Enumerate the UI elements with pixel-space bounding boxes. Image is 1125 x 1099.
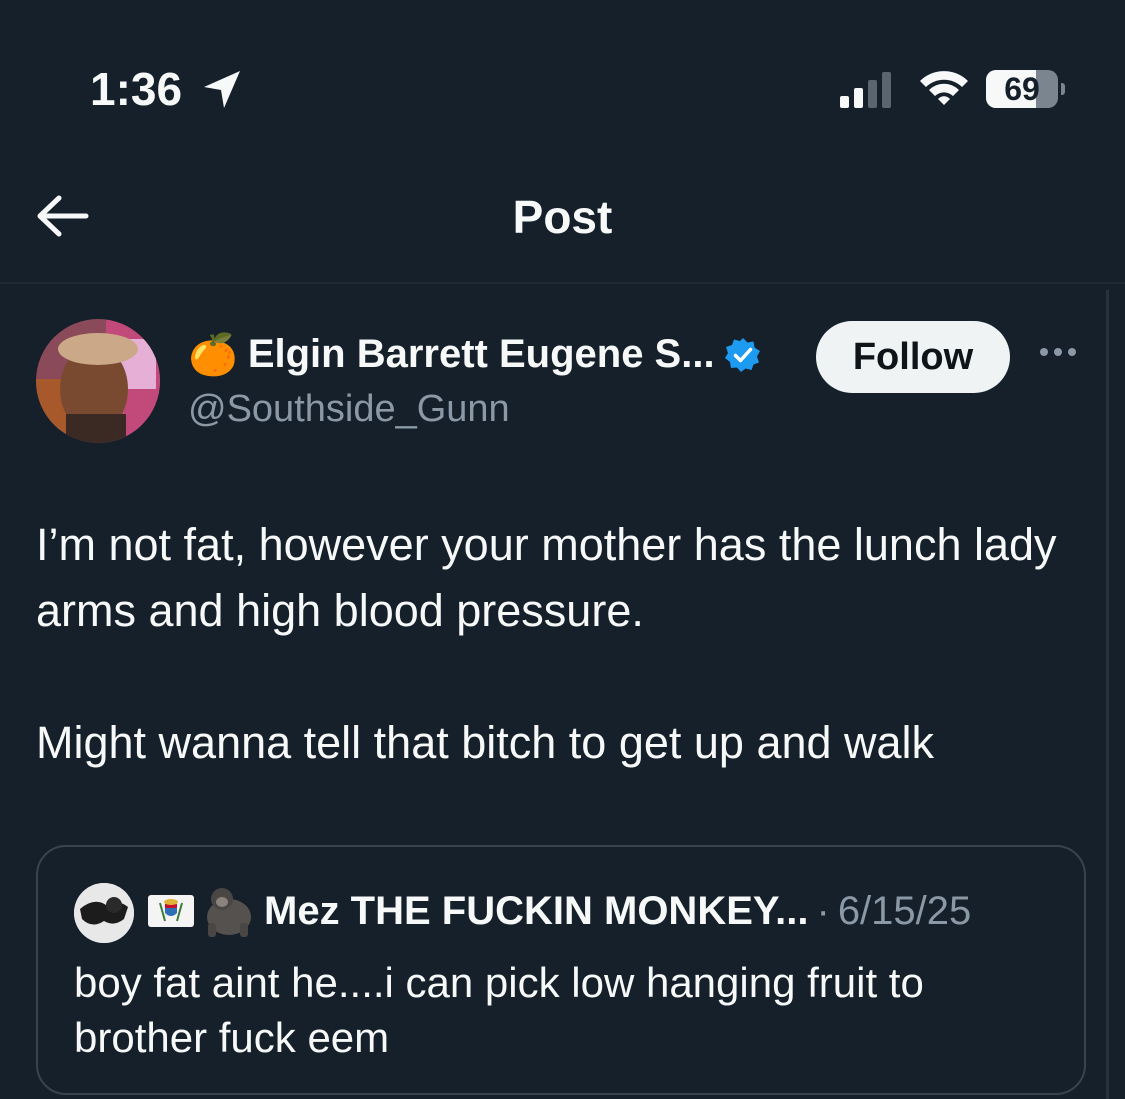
page-title: Post — [512, 191, 613, 243]
post-screen: 1:36 69 Post 🍊 Elgin Barrett Eugene S...… — [0, 0, 1125, 1099]
quoted-date: 6/15/25 — [837, 888, 972, 933]
author-handle[interactable]: @Southside_Gunn — [188, 388, 510, 431]
verified-badge-icon — [724, 337, 760, 372]
author-name-row[interactable]: 🍊 Elgin Barrett Eugene S... — [188, 332, 761, 377]
us-virgin-islands-flag-icon — [148, 895, 194, 927]
status-time: 1:36 — [90, 63, 183, 115]
post-text-paragraph-1: I’m not fat, however your mother has the… — [36, 519, 1070, 636]
wifi-icon — [920, 71, 968, 105]
quoted-post-text: boy fat aint he....i can pick low hangin… — [74, 959, 924, 1061]
location-arrow-icon — [204, 71, 240, 108]
cellular-signal-icon — [840, 72, 891, 108]
orange-emoji-icon: 🍊 — [188, 332, 238, 377]
battery-level: 69 — [1004, 71, 1040, 107]
follow-button[interactable]: Follow — [816, 321, 1010, 393]
quoted-author-avatar[interactable] — [74, 883, 134, 943]
gorilla-emoji-icon — [202, 885, 256, 937]
post-text-paragraph-2: Might wanna tell that bitch to get up an… — [36, 717, 935, 768]
quoted-author-name[interactable]: Mez THE FUCKIN MONKEY... — [264, 889, 808, 934]
quoted-separator: · — [816, 888, 830, 933]
quoted-header: Mez THE FUCKIN MONKEY... · 6/15/25 — [148, 885, 971, 937]
scrollbar-track — [1106, 290, 1109, 1099]
author-name[interactable]: Elgin Barrett Eugene S... — [248, 332, 715, 377]
more-options-icon[interactable] — [1040, 348, 1076, 356]
quoted-post[interactable]: Mez THE FUCKIN MONKEY... · 6/15/25 boy f… — [36, 845, 1086, 1095]
header-divider — [0, 282, 1125, 284]
author-avatar[interactable] — [36, 319, 160, 443]
battery-icon: 69 — [986, 70, 1065, 108]
